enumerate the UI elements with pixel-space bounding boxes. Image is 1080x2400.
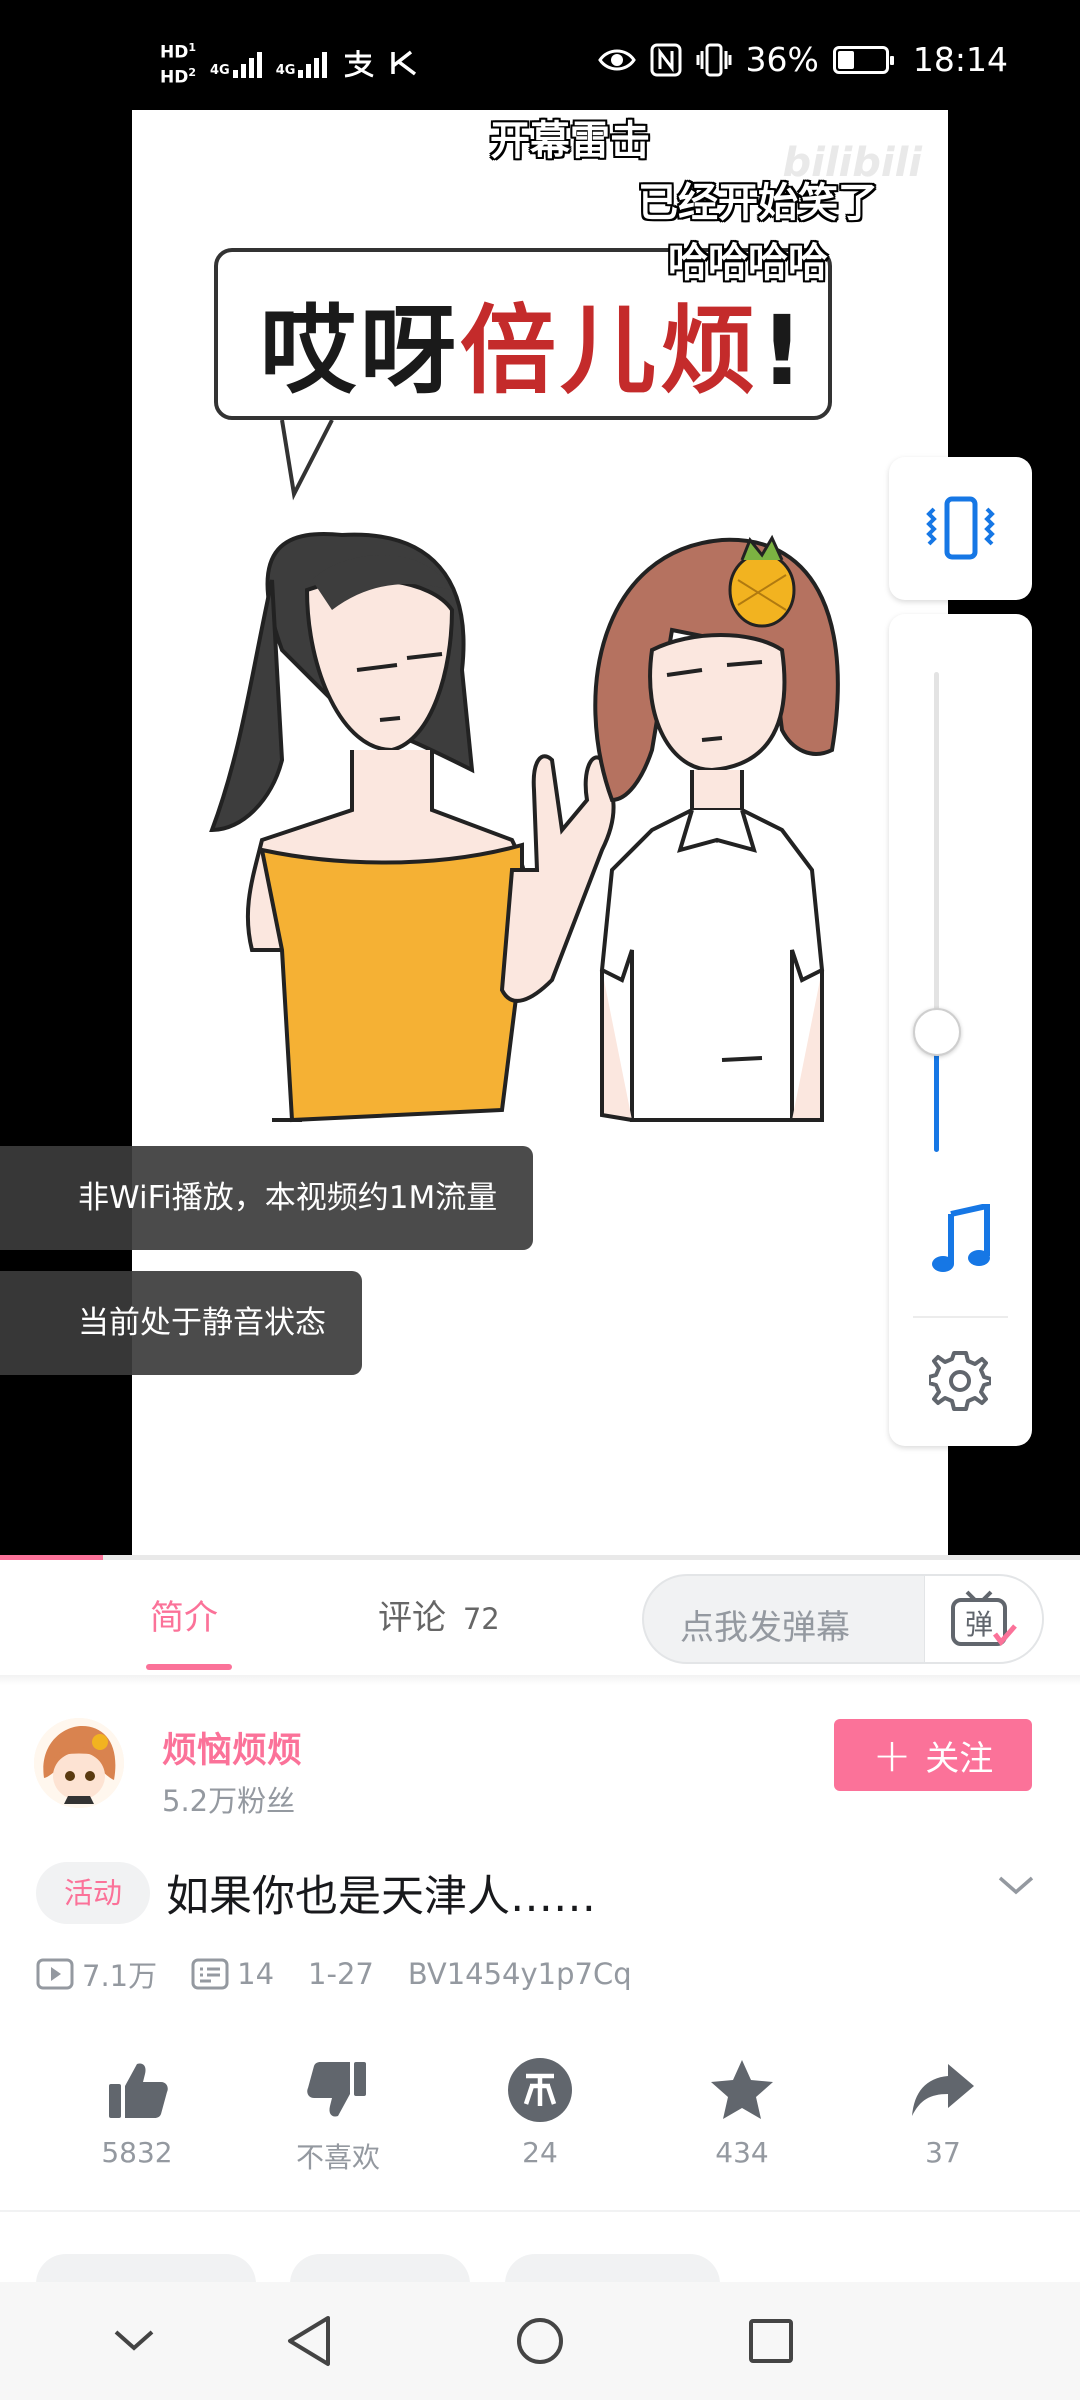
recents-square-icon[interactable] (746, 2314, 796, 2368)
danmaku-toggle-button[interactable]: 弹 (924, 1576, 1042, 1662)
bubble-text-mark: ! (760, 295, 808, 407)
danmaku-count: 14 (237, 1957, 275, 1991)
follow-label: 关注 (925, 1738, 994, 1779)
favorite-count: 434 (715, 2136, 769, 2169)
thumbs-up-icon (109, 2063, 168, 2118)
section-divider (0, 2210, 1080, 2212)
thumbs-down-icon (307, 2062, 366, 2117)
danmaku-count-icon (191, 1958, 229, 1990)
network-type-2: 4G (275, 62, 296, 78)
status-bar: HD1 HD2 4G 4G 36% 18:14 (0, 0, 1080, 110)
vibration-toggle[interactable] (889, 457, 1032, 600)
video-title: 如果你也是天津人…… (166, 1872, 596, 1922)
bubble-text-dark: 哎呀 (260, 295, 460, 407)
speech-bubble-text: 哎呀倍儿烦! (260, 273, 808, 412)
alipay-icon (345, 49, 374, 78)
muted-toast: 当前处于静音状态 (0, 1271, 362, 1375)
clock: 18:14 (912, 40, 1008, 79)
dislike-label: 不喜欢 (295, 2141, 380, 2174)
hd1-index: 1 (188, 41, 196, 54)
signal-bars-icon (298, 48, 328, 78)
nfc-icon (650, 43, 682, 76)
bubble-text-red: 倍儿烦 (460, 295, 760, 407)
danmaku-tv-icon: 弹 (951, 1590, 1017, 1646)
action-bar: 5832 不喜欢 24 434 37 (0, 2050, 1080, 2180)
coin-icon (508, 2058, 572, 2122)
vibrate-mode-icon (926, 496, 995, 560)
system-nav-bar (0, 2282, 1080, 2400)
video-meta: 7.1万 14 1-27 BV1454y1p7Cq (36, 1954, 632, 1994)
volume-panel (889, 614, 1032, 1446)
video-player[interactable]: HD1 HD2 4G 4G 36% 18:14 bilibili 哎呀倍儿烦! … (0, 0, 1080, 1555)
favorite-button[interactable]: 434 (662, 2050, 822, 2169)
share-button[interactable]: 37 (863, 2050, 1023, 2169)
hd2-label: HD (160, 67, 189, 88)
publish-date: 1-27 (308, 1957, 374, 1991)
home-circle-icon[interactable] (515, 2314, 565, 2368)
panel-divider (913, 1316, 1008, 1318)
tabs-shadow (0, 1675, 1080, 1685)
danmaku-comment: 哈哈哈哈 (668, 240, 828, 286)
status-bar-left: HD1 HD2 4G 4G (160, 38, 419, 87)
danmaku-input-placeholder: 点我发弹幕 (680, 1608, 850, 1648)
back-triangle-icon[interactable] (284, 2314, 334, 2368)
uploader-avatar[interactable] (34, 1718, 124, 1808)
tab-comments-label: 评论 (378, 1598, 446, 1638)
signal-1: 4G (210, 48, 262, 78)
coin-button[interactable]: 24 (460, 2050, 620, 2169)
dislike-button[interactable]: 不喜欢 (258, 2050, 418, 2176)
share-count: 37 (925, 2136, 961, 2169)
danmaku-comment: 已经开始笑了 (638, 180, 878, 226)
uploader-name[interactable]: 烦恼烦烦 (162, 1722, 302, 1773)
share-arrow-icon (912, 2064, 974, 2116)
volume-slider-handle[interactable] (913, 1008, 961, 1056)
like-count: 5832 (101, 2136, 173, 2169)
tab-comments[interactable]: 评论 72 (378, 1590, 500, 1639)
settings-gear-icon[interactable] (929, 1349, 991, 1411)
battery-percent: 36% (745, 40, 819, 79)
vibrate-icon (696, 43, 732, 76)
comments-count: 72 (462, 1602, 500, 1636)
uploader-fans: 5.2万粉丝 (162, 1784, 296, 1818)
tab-active-indicator (146, 1664, 232, 1670)
hd-indicator: HD1 HD2 (160, 38, 196, 87)
coin-count: 24 (522, 2136, 558, 2169)
eye-icon (597, 49, 636, 70)
danmaku-button-label: 弹 (965, 1608, 993, 1641)
view-count: 7.1万 (82, 1959, 158, 1993)
music-note-icon[interactable] (929, 1204, 993, 1274)
detail-tabs: 简介 评论 72 点我发弹幕 弹 (0, 1560, 1080, 1675)
signal-bars-icon (232, 48, 262, 78)
video-bvid: BV1454y1p7Cq (407, 1957, 632, 1991)
follow-plus-icon: + (872, 1728, 912, 1782)
danmaku-input[interactable]: 点我发弹幕 弹 (642, 1574, 1044, 1664)
activity-tag[interactable]: 活动 (36, 1862, 150, 1924)
status-bar-right: 36% 18:14 (597, 40, 1008, 79)
avatar-image (34, 1718, 124, 1808)
star-icon (711, 2060, 773, 2119)
hd1-label: HD (160, 42, 189, 63)
hd2-index: 2 (188, 65, 196, 79)
download-icon (391, 50, 417, 76)
chevron-down-icon[interactable] (996, 1872, 1036, 1898)
battery-icon (832, 45, 894, 74)
tab-intro[interactable]: 简介 (150, 1590, 218, 1639)
signal-2: 4G (276, 48, 328, 78)
follow-button[interactable]: + 关注 (834, 1719, 1032, 1791)
network-type-1: 4G (210, 62, 230, 78)
hide-keyboard-chevron-icon[interactable] (112, 2326, 156, 2356)
like-button[interactable]: 5832 (57, 2050, 217, 2169)
data-usage-toast: 非WiFi播放，本视频约1M流量 (0, 1146, 534, 1250)
danmaku-comment: 开幕雷击 (490, 118, 650, 164)
play-count-icon (36, 1958, 74, 1990)
